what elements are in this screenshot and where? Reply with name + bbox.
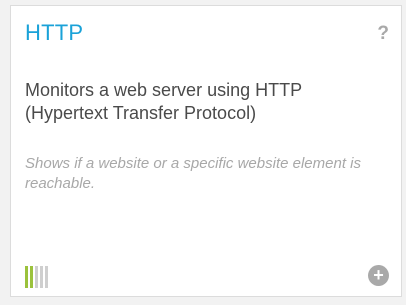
performance-impact-bars [25, 266, 48, 288]
impact-bar [35, 266, 38, 288]
impact-bar [30, 266, 33, 288]
help-icon[interactable]: ? [377, 23, 389, 45]
sensor-note: Shows if a website or a specific website… [25, 155, 361, 192]
impact-bar [40, 266, 43, 288]
add-sensor-icon[interactable]: + [368, 265, 389, 286]
sensor-card[interactable]: HTTP ? Monitors a web server using HTTP … [10, 5, 402, 297]
sensor-description: Monitors a web server using HTTP (Hypert… [25, 80, 302, 123]
impact-bar [45, 266, 48, 288]
sensor-title: HTTP [25, 20, 84, 45]
impact-bar [25, 266, 28, 288]
